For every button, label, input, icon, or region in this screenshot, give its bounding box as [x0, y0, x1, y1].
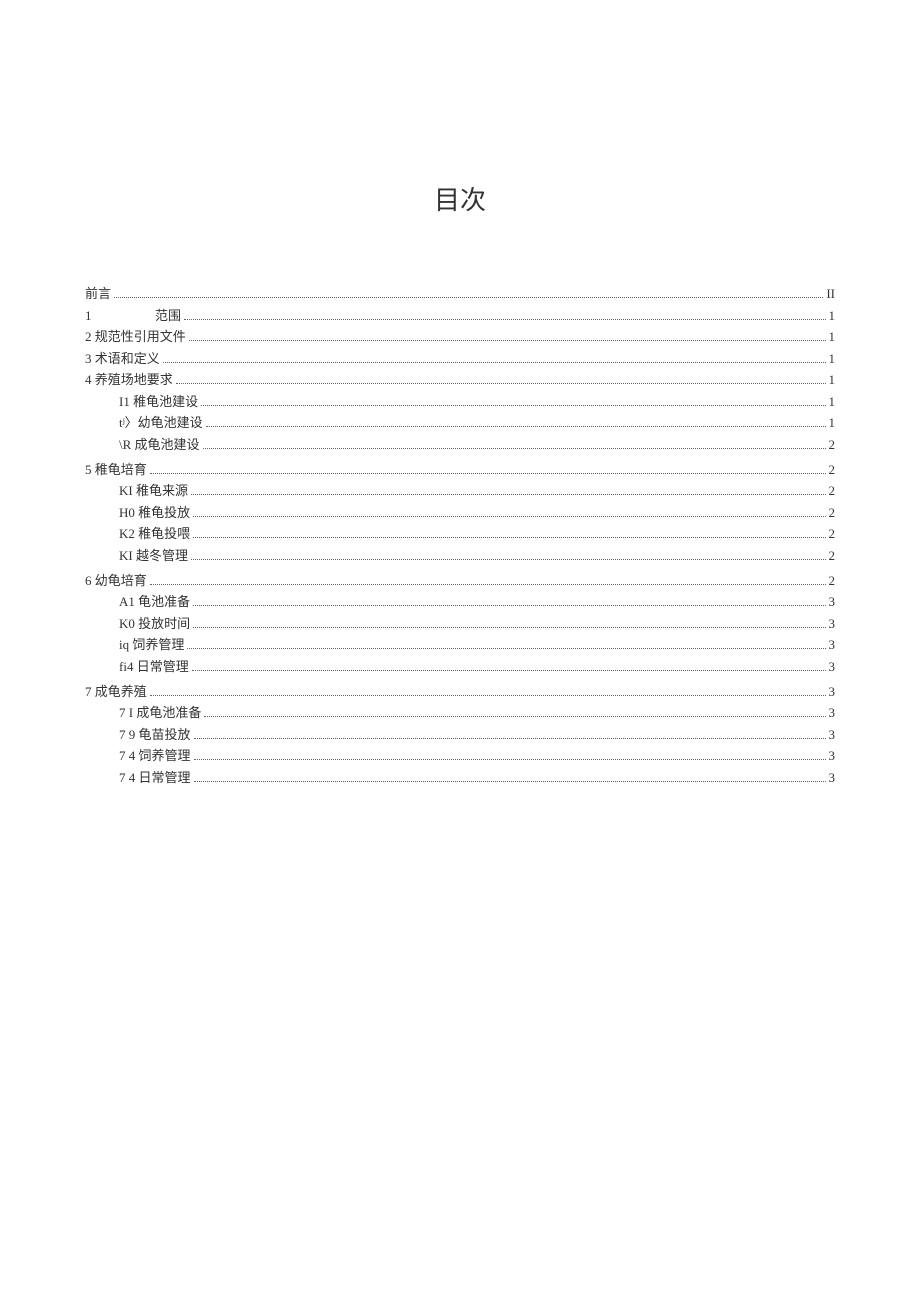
toc-page: 1 — [829, 309, 836, 322]
toc-leader — [201, 405, 825, 406]
table-of-contents: 前言 II 1范围 1 2 规范性引用文件 1 3 术语和定义 1 4 养殖场地… — [85, 287, 835, 784]
toc-entry-terms: 3 术语和定义 1 — [85, 352, 835, 365]
toc-leader — [193, 605, 825, 606]
toc-label: K0 投放时间 — [119, 617, 190, 630]
toc-entry-hatchling-feeding: K2 稚龟投喂 2 — [85, 527, 835, 540]
toc-leader — [192, 670, 826, 671]
toc-leader — [193, 627, 825, 628]
toc-page: 1 — [829, 330, 836, 343]
toc-label: 7 4 日常管理 — [119, 771, 191, 784]
toc-entry-adult-pond: \R 成龟池建设 2 — [85, 438, 835, 451]
toc-entry-hatchling-pond: I1 稚龟池建设 1 — [85, 395, 835, 408]
toc-leader — [163, 362, 826, 363]
toc-label: tʲ〉幼龟池建设 — [119, 416, 203, 429]
toc-page: 3 — [829, 617, 836, 630]
toc-leader — [206, 426, 826, 427]
toc-page: 1 — [829, 395, 836, 408]
toc-entry-hatchling-stocking: H0 稚龟投放 2 — [85, 506, 835, 519]
toc-entry-pond-prep: A1 龟池准备 3 — [85, 595, 835, 608]
toc-label: 2 规范性引用文件 — [85, 330, 186, 343]
toc-entry-normative-refs: 2 规范性引用文件 1 — [85, 330, 835, 343]
toc-leader — [184, 319, 825, 320]
toc-leader — [191, 559, 826, 560]
toc-leader — [187, 648, 825, 649]
toc-entry-preface: 前言 II — [85, 287, 835, 300]
toc-page: 2 — [829, 484, 836, 497]
page-title: 目次 — [85, 180, 835, 217]
toc-entry-adult-farming: 7 成龟养殖 3 — [85, 685, 835, 698]
toc-entry-daily-mgmt: fi4 日常管理 3 — [85, 660, 835, 673]
toc-label: 5 稚龟培育 — [85, 463, 147, 476]
toc-leader — [193, 516, 825, 517]
toc-label: 7 9 龟苗投放 — [119, 728, 191, 741]
toc-label: 前言 — [85, 287, 111, 300]
toc-page: 2 — [829, 574, 836, 587]
toc-label: I1 稚龟池建设 — [119, 395, 198, 408]
toc-entry-feeding-mgmt: iq 饲养管理 3 — [85, 638, 835, 651]
toc-entry-stocking-time: K0 投放时间 3 — [85, 617, 835, 630]
toc-page: 2 — [829, 527, 836, 540]
toc-page: II — [826, 287, 835, 300]
toc-leader — [203, 448, 826, 449]
toc-page: 1 — [829, 373, 836, 386]
toc-entry-scope: 1范围 1 — [85, 309, 835, 322]
toc-leader — [194, 781, 826, 782]
toc-entry-overwinter: KI 越冬管理 2 — [85, 549, 835, 562]
toc-leader — [204, 716, 825, 717]
toc-label: 1范围 — [85, 309, 181, 322]
toc-page: 2 — [829, 506, 836, 519]
toc-page: 2 — [829, 438, 836, 451]
toc-entry-juvenile-rearing: 6 幼龟培育 2 — [85, 574, 835, 587]
toc-leader — [194, 759, 826, 760]
toc-label: H0 稚龟投放 — [119, 506, 190, 519]
toc-leader — [191, 494, 826, 495]
toc-label: 7 I 成龟池准备 — [119, 706, 201, 719]
toc-page: 3 — [829, 638, 836, 651]
toc-leader — [194, 738, 826, 739]
toc-label: 4 养殖场地要求 — [85, 373, 173, 386]
toc-leader — [150, 584, 826, 585]
toc-page: 3 — [829, 706, 836, 719]
toc-entry-adult-feeding-mgmt: 7 4 饲养管理 3 — [85, 749, 835, 762]
toc-leader — [150, 473, 826, 474]
toc-entry-hatchling-rearing: 5 稚龟培育 2 — [85, 463, 835, 476]
toc-leader — [176, 383, 826, 384]
toc-entry-hatchling-source: KI 稚龟来源 2 — [85, 484, 835, 497]
toc-label: K2 稚龟投喂 — [119, 527, 190, 540]
toc-entry-site-req: 4 养殖场地要求 1 — [85, 373, 835, 386]
toc-label: \R 成龟池建设 — [119, 438, 200, 451]
toc-page: 3 — [829, 685, 836, 698]
toc-leader — [150, 695, 826, 696]
toc-page: 1 — [829, 416, 836, 429]
toc-page: 3 — [829, 771, 836, 784]
toc-entry-adult-daily-mgmt: 7 4 日常管理 3 — [85, 771, 835, 784]
toc-label: A1 龟池准备 — [119, 595, 190, 608]
toc-label: 3 术语和定义 — [85, 352, 160, 365]
toc-label: 7 成龟养殖 — [85, 685, 147, 698]
toc-page: 3 — [829, 595, 836, 608]
toc-label: KI 越冬管理 — [119, 549, 188, 562]
toc-label: fi4 日常管理 — [119, 660, 189, 673]
toc-page: 3 — [829, 728, 836, 741]
toc-label: KI 稚龟来源 — [119, 484, 188, 497]
toc-leader — [114, 297, 823, 298]
toc-entry-seedling-stocking: 7 9 龟苗投放 3 — [85, 728, 835, 741]
toc-entry-adult-pond-prep: 7 I 成龟池准备 3 — [85, 706, 835, 719]
toc-label: 7 4 饲养管理 — [119, 749, 191, 762]
toc-label: iq 饲养管理 — [119, 638, 184, 651]
toc-page: 2 — [829, 463, 836, 476]
toc-page: 3 — [829, 749, 836, 762]
toc-entry-juvenile-pond: tʲ〉幼龟池建设 1 — [85, 416, 835, 429]
toc-leader — [193, 537, 825, 538]
toc-page: 1 — [829, 352, 836, 365]
toc-label: 6 幼龟培育 — [85, 574, 147, 587]
toc-leader — [189, 340, 826, 341]
toc-page: 2 — [829, 549, 836, 562]
toc-page: 3 — [829, 660, 836, 673]
